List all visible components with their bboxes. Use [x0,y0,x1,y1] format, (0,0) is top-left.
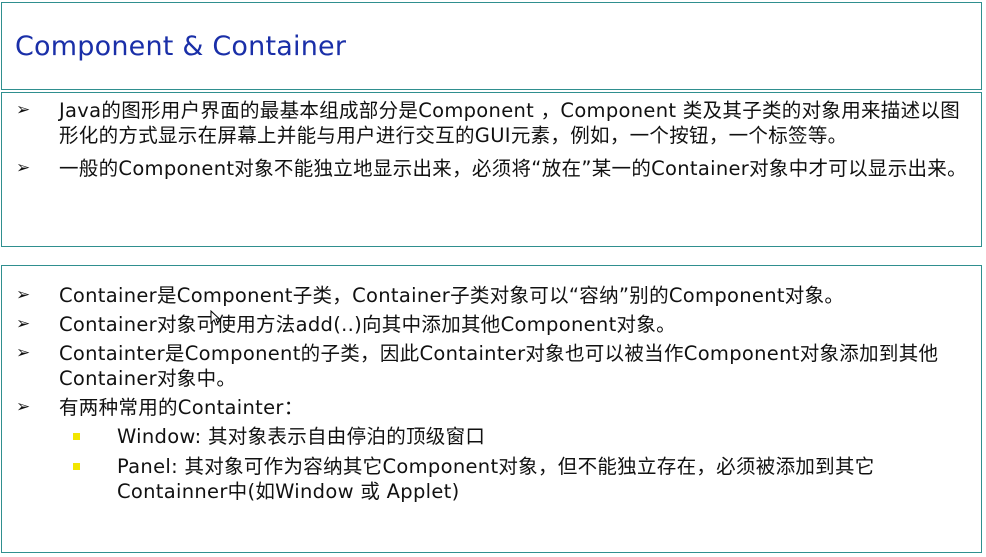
list-item: ➢ 一般的Component对象不能独立地显示出来，必须将“放在”某一的Cont… [2,156,981,181]
yellow-square-bullet-icon [73,433,80,440]
arrowhead-bullet-icon: ➢ [16,285,31,305]
title-panel: Component & Container [1,2,982,90]
list-item-text: 一般的Component对象不能独立地显示出来，必须将“放在”某一的Contai… [59,157,967,180]
list-item-text: Java的图形用户界面的最基本组成部分是Component ，Component… [59,99,961,147]
sublist-item: Window: 其对象表示自由停泊的顶级窗口 [2,424,981,449]
list-item-text: Containter是Component的子类，因此Containter对象也可… [59,342,939,390]
mouse-pointer-icon [210,310,220,326]
container-bullet-list: ➢ Container是Component子类，Container子类对象可以“… [2,266,981,420]
container-types-sublist: Window: 其对象表示自由停泊的顶级窗口 Panel: 其对象可作为容纳其它… [2,424,981,504]
yellow-square-bullet-icon [73,463,80,470]
sublist-item-text: Window: 其对象表示自由停泊的顶级窗口 [117,425,486,448]
component-panel: ➢ Java的图形用户界面的最基本组成部分是Component ，Compone… [1,92,982,247]
list-item-text: Container是Component子类，Container子类对象可以“容纳… [59,284,845,307]
arrowhead-bullet-icon: ➢ [16,397,31,417]
component-bullet-list: ➢ Java的图形用户界面的最基本组成部分是Component ，Compone… [2,93,981,181]
sublist-item: Panel: 其对象可作为容纳其它Component对象，但不能独立存在，必须被… [2,454,981,504]
arrowhead-bullet-icon: ➢ [16,100,31,120]
list-item: ➢ 有两种常用的Containter： [2,395,981,420]
arrowhead-bullet-icon: ➢ [16,158,31,178]
list-item-text: 有两种常用的Containter： [59,396,304,419]
container-panel: ➢ Container是Component子类，Container子类对象可以“… [1,265,982,553]
list-item: ➢ Container对象可使用方法add(..)向其中添加其他Componen… [2,312,981,337]
list-item: ➢ Containter是Component的子类，因此Containter对象… [2,341,981,391]
list-item: ➢ Container是Component子类，Container子类对象可以“… [2,283,981,308]
slide-title: Component & Container [15,31,347,62]
list-item-text: Container对象可使用方法add(..)向其中添加其他Component对… [59,313,676,336]
list-item: ➢ Java的图形用户界面的最基本组成部分是Component ，Compone… [2,98,981,148]
sublist-item-text: Panel: 其对象可作为容纳其它Component对象，但不能独立存在，必须被… [117,455,875,503]
arrowhead-bullet-icon: ➢ [16,343,31,363]
arrowhead-bullet-icon: ➢ [16,314,31,334]
